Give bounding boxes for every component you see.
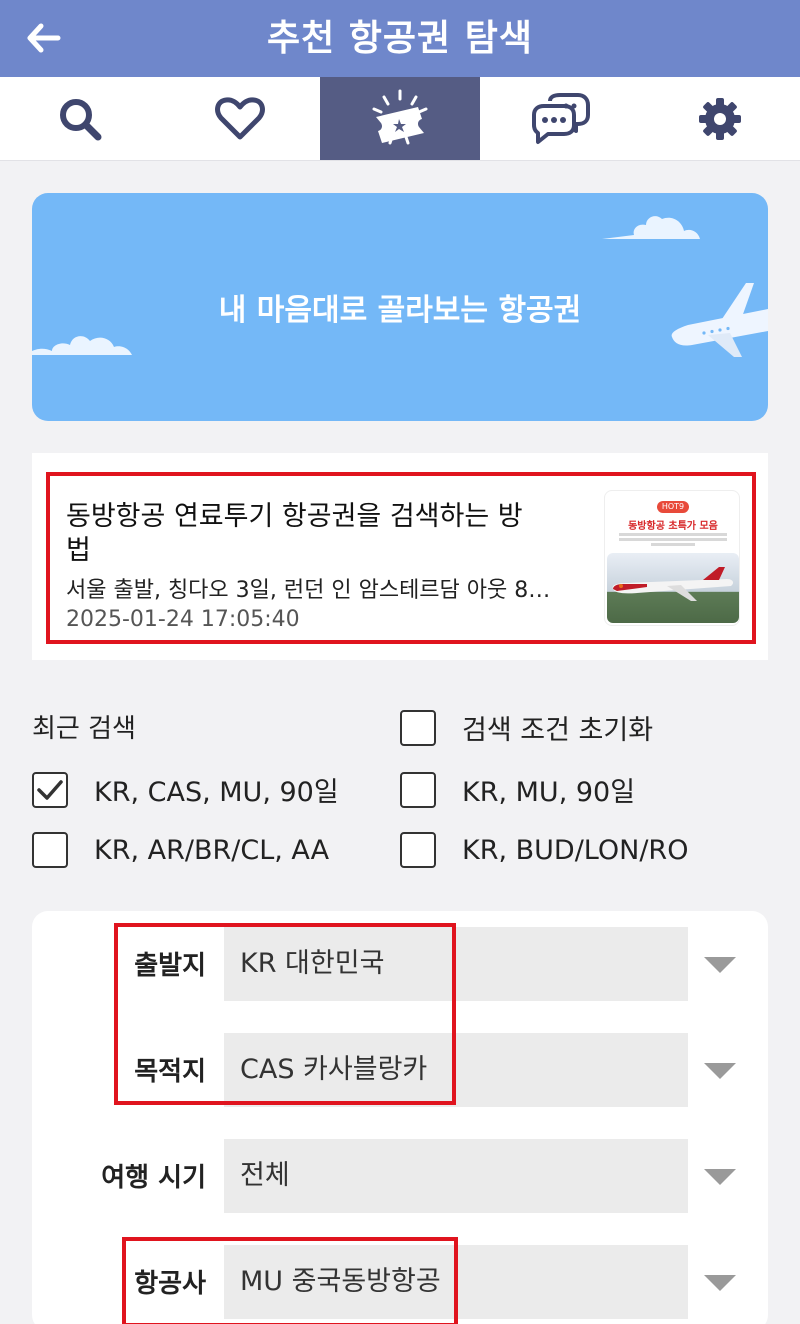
tab-search[interactable] [0,77,160,160]
tab-recommend[interactable] [320,77,480,160]
page-title: 추천 항공권 탐색 [267,18,533,59]
tab-settings[interactable] [640,77,800,160]
article-card[interactable]: 동방항공 연료투기 항공권을 검색하는 방법 서울 출발, 칭다오 3일, 런던… [32,453,768,660]
recent-search-item[interactable]: KR, AR/BR/CL, AA [32,832,329,868]
origin-destination-highlight-box [114,923,456,1105]
thumbnail-title: 동방항공 초특가 모음 [628,521,718,532]
heart-icon [215,96,265,139]
recent-search-item[interactable]: KR, CAS, MU, 90일 [32,770,339,809]
gear-icon [699,97,741,140]
chevron-down-icon[interactable] [704,1061,736,1081]
reset-filters-label: 검색 조건 초기화 [462,715,654,746]
thumbnail-subtext [611,531,735,549]
ticket-icon [372,89,428,144]
article-date: 2025-01-24 17:05:40 [66,607,300,632]
travel-period-label: 여행 시기 [101,1163,206,1193]
recent-search-item[interactable]: KR, BUD/LON/RO [400,832,688,868]
chat-icon [532,92,590,144]
tab-bar [0,77,800,161]
checkbox-checked[interactable] [32,771,68,808]
tab-community[interactable] [480,77,640,160]
travel-period-select[interactable]: 전체 [224,1139,688,1213]
tab-favorites[interactable] [160,77,320,160]
checkmark-icon [37,779,63,800]
search-icon [60,98,102,140]
recent-search-label: KR, BUD/LON/RO [462,834,689,866]
reset-checkbox-box[interactable] [400,709,436,746]
promo-banner[interactable]: 내 마음대로 골라보는 항공권 [32,193,768,421]
recent-search-label: KR, CAS, MU, 90일 [94,777,339,808]
chevron-down-icon[interactable] [704,1167,736,1187]
checkbox[interactable] [32,832,68,868]
recent-search-label: KR, AR/BR/CL, AA [94,834,330,866]
article-description: 서울 출발, 칭다오 3일, 런던 인 암스테르담 아웃 8박 일정 [66,578,556,603]
recent-search-item[interactable]: KR, MU, 90일 [400,770,635,809]
checkbox[interactable] [400,832,436,868]
app-header: 추천 항공권 탐색 [0,0,800,77]
airline-highlight-box [122,1237,458,1324]
recent-search-label: KR, MU, 90일 [462,777,636,808]
chevron-down-icon[interactable] [704,955,736,975]
reset-filters-checkbox[interactable]: 검색 조건 초기화 [400,708,653,747]
article-title: 동방항공 연료투기 항공권을 검색하는 방법 [66,501,523,566]
recent-search-label: 최근 검색 [32,714,136,744]
search-form-card: 출발지 KR 대한민국 목적지 CAS 카사블랑카 여행 시기 전체 항공사 M… [32,911,768,1324]
chevron-down-icon[interactable] [704,1273,736,1293]
thumbnail-airplane-photo [607,553,739,623]
banner-text: 내 마음대로 골라보는 항공권 [218,293,582,328]
article-thumbnail: HOT9 동방항공 초특가 모음 [604,490,740,626]
thumbnail-badge: HOT9 [657,501,689,513]
article-highlight-box: 동방항공 연료투기 항공권을 검색하는 방법 서울 출발, 칭다오 3일, 런던… [46,472,756,644]
checkbox[interactable] [400,771,436,808]
